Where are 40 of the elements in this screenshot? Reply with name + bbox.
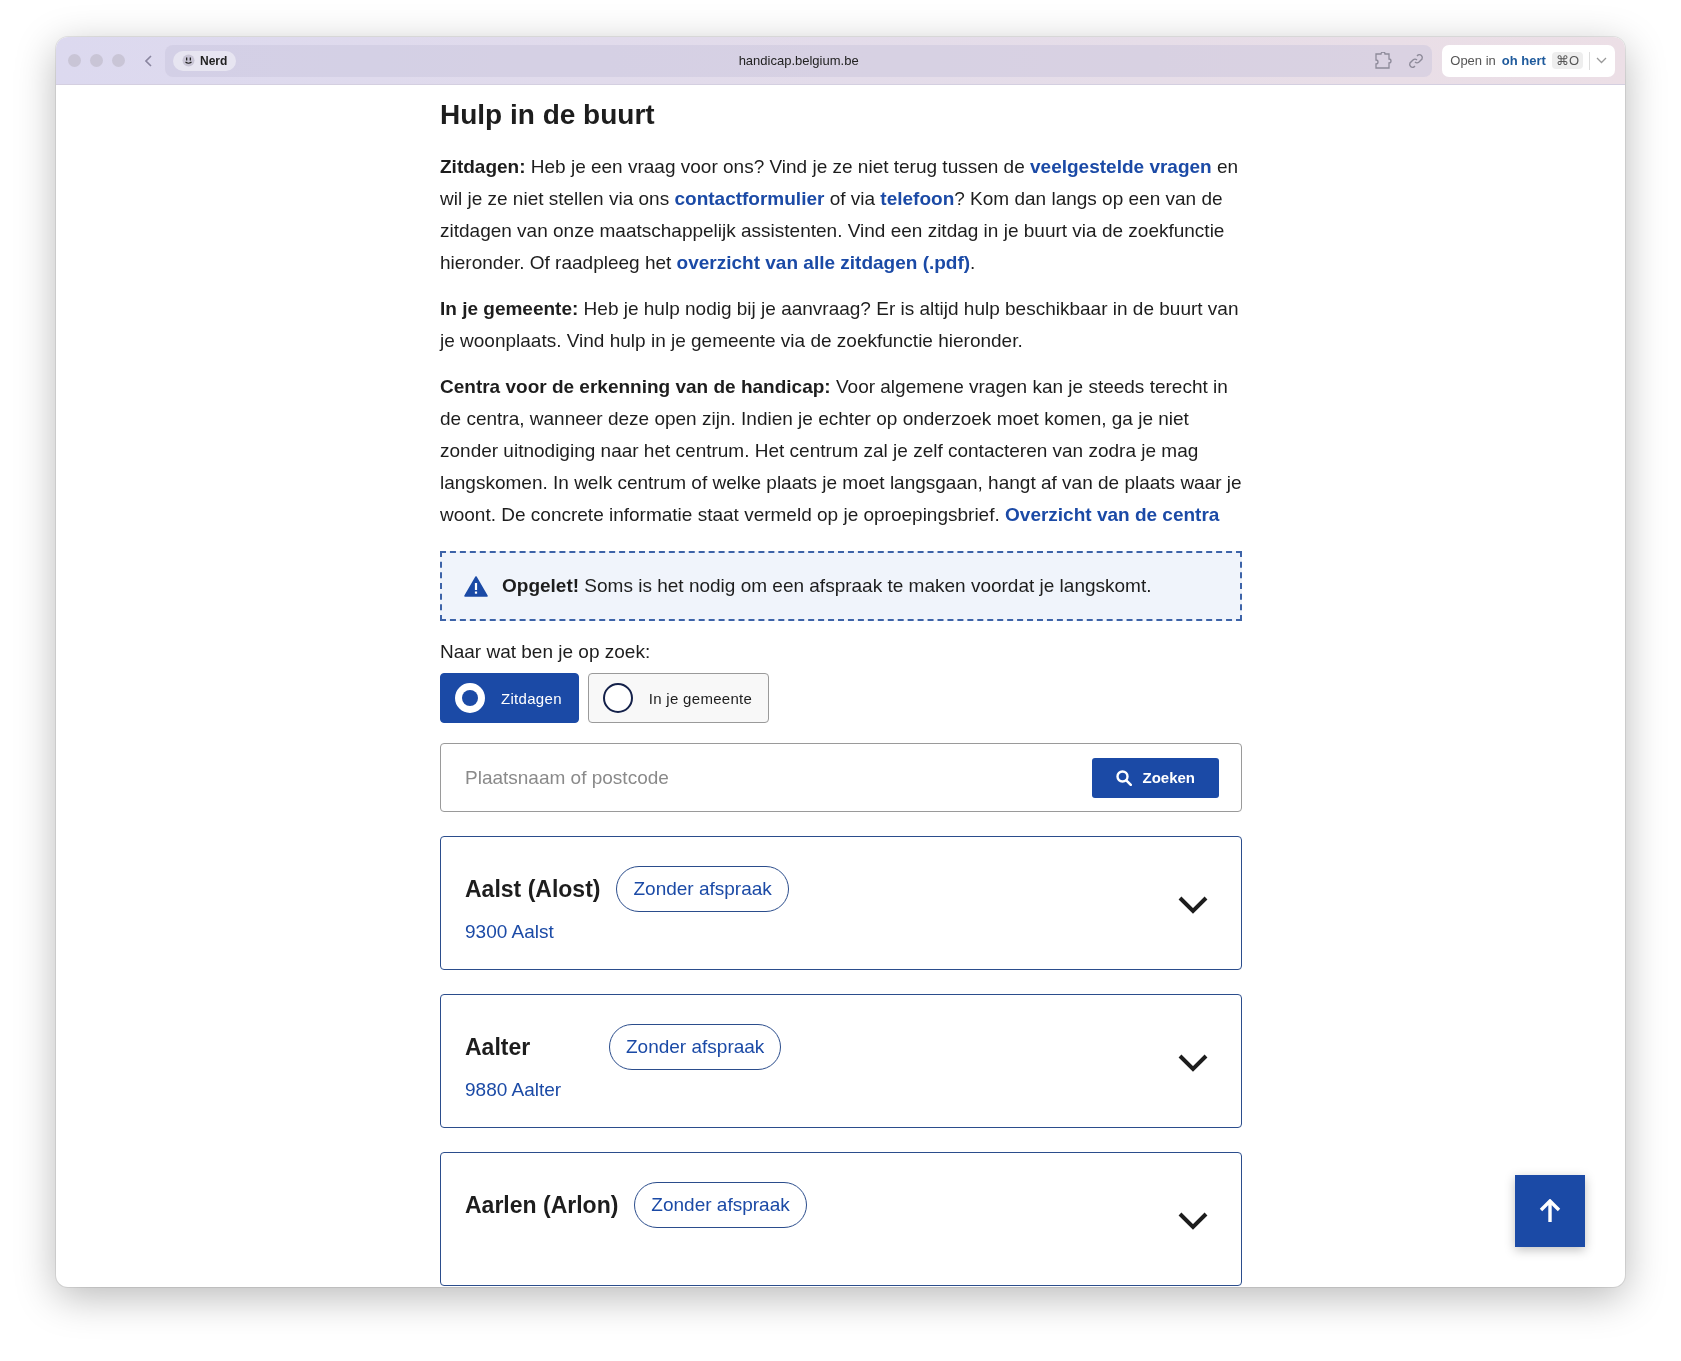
postal-address: 9880 Aalter [465, 1079, 563, 1101]
paragraph: In je gemeente: Heb je hulp nodig bij je aanvraag? Er is altijd hulp beschikbaar in de buurt van je woonplaats. Vind hulp in je gemeente via de zoekfunctie hieronder. [440, 297, 1240, 353]
chevron-down-icon[interactable] [1177, 895, 1209, 914]
search-icon [1116, 769, 1133, 786]
result-card[interactable]: Aalst (Alost) Zonder afspraak 9300 Aalst [440, 836, 1242, 970]
back-icon[interactable] [145, 54, 153, 67]
warning-icon [464, 575, 488, 597]
location-name: Aalst (Alost) [465, 875, 601, 903]
app-name: oh hert [1501, 53, 1546, 68]
link[interactable]: telefoon [880, 188, 955, 209]
paragraph: Zitdagen: Heb je een vraag voor ons? Vind je ze niet terug tussen de veelgestelde vragen en wil je ze niet stellen via ons contactformulier of via telefoon? Kom dan langs op een van de zitdagen van onze maatschappelijk assistenten. Vind een zitdag in je buurt via de zoekfunctie hieronder. Of raadpleeg het overzicht van alle zitdagen (.pdf). [440, 155, 1240, 275]
page-heading: Hulp in de buurt [440, 98, 656, 132]
open-in-button[interactable]: Open in oh hert ⌘O [1442, 44, 1615, 77]
address-bar-url[interactable]: handicap.belgium.be [738, 53, 859, 68]
search-button[interactable]: Zoeken [1092, 757, 1219, 798]
smiley-icon [182, 54, 195, 67]
link-icon[interactable] [1408, 52, 1425, 69]
arrow-up-icon [1539, 1199, 1561, 1223]
chevron-down-icon[interactable] [1177, 1211, 1209, 1230]
chevron-down-icon[interactable] [1177, 1053, 1209, 1072]
search-label: Naar wat ben je op zoek: [440, 641, 652, 663]
puzzle-icon[interactable] [1375, 52, 1395, 69]
shortcut-key: ⌘O [1551, 52, 1583, 69]
postal-address: 9300 Aalst [465, 921, 555, 943]
location-name: Aarlen (Arlon) [465, 1191, 619, 1219]
open-in-label: Open in [1450, 53, 1496, 68]
link[interactable]: contactformulier [674, 188, 825, 209]
profile-button[interactable]: Nerd [173, 50, 237, 71]
result-card[interactable]: Aarlen (Arlon) Zonder afspraak [440, 1152, 1242, 1286]
paragraph: Centra voor de erkenning van de handicap: Voor algemene vragen kan je steeds terecht in de centra, wanneer deze open zijn. Indien je echter op onderzoek moet komen, ga je niet zonder uitnodiging naar het centrum. Het centrum zal je zelf contacteren van zodra je mag langskomen. In welk centrum of welke plaats je moet langsgaan, hangt af van de plaats waar je woont. De concrete informatie staat vermeld op je oproepingsbrief. Overzicht van de centra [440, 375, 1242, 527]
radio-option[interactable]: In je gemeente [587, 673, 770, 723]
link[interactable]: Overzicht van de centra [1005, 504, 1220, 525]
search-field[interactable]: Plaatsnaam of postcode Zoeken [440, 743, 1242, 812]
result-card[interactable]: Aalter Zonder afspraak 9880 Aalter [440, 994, 1242, 1128]
radio-option[interactable]: Zitdagen [440, 673, 579, 723]
notice-text: Opgelet! Soms is het nodig om een afspraak te maken voordat je langskomt. [502, 575, 1152, 597]
link[interactable]: veelgestelde vragen [1030, 156, 1212, 177]
location-name: Aalter [465, 1033, 532, 1061]
back-to-top-button[interactable] [1515, 1175, 1585, 1247]
link[interactable]: overzicht van alle zitdagen (.pdf) [676, 252, 971, 273]
